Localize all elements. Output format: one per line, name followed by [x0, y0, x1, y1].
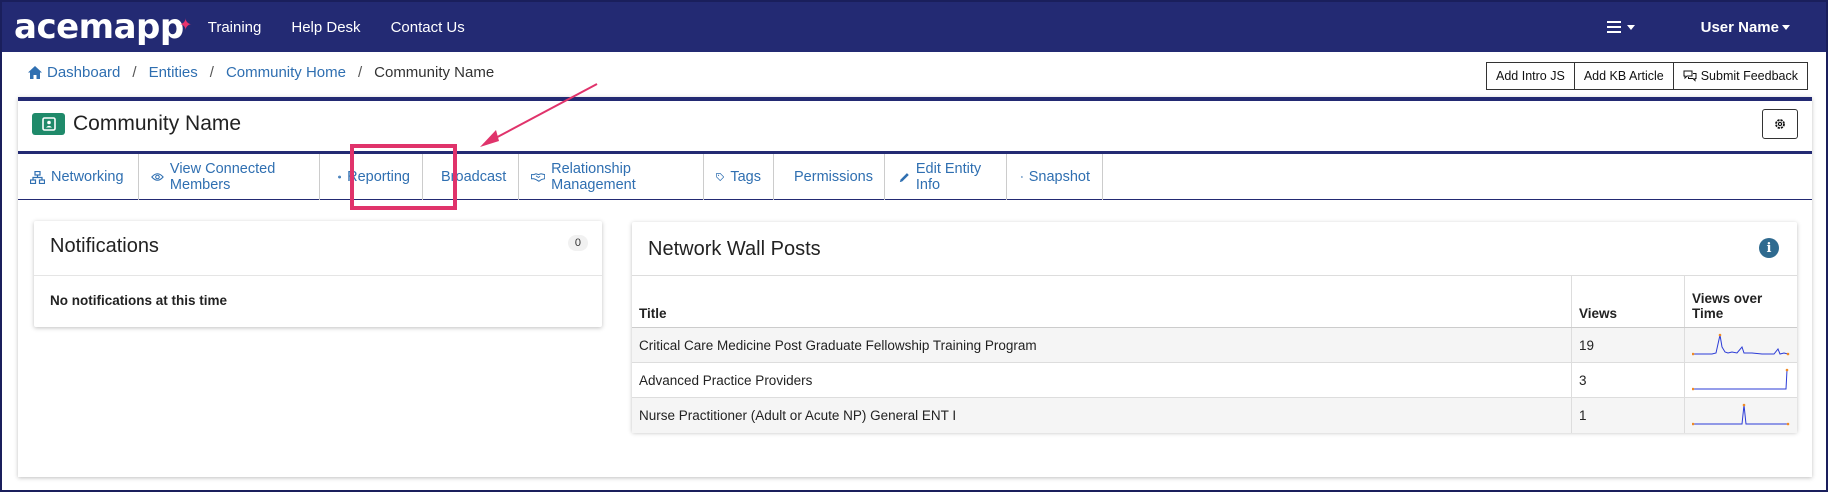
- hamburger-menu-button[interactable]: [1606, 21, 1635, 33]
- table-row[interactable]: Nurse Practitioner (Adult or Acute NP) G…: [632, 397, 1797, 433]
- tab-label: Reporting: [347, 169, 410, 185]
- breadcrumb-community-home[interactable]: Community Home: [226, 64, 346, 81]
- post-title[interactable]: Critical Care Medicine Post Graduate Fel…: [632, 327, 1572, 363]
- breadcrumb-entities[interactable]: Entities: [149, 64, 198, 81]
- entity-tabs: Networking View Connected Members Report…: [18, 154, 1812, 200]
- gear-icon: [1775, 119, 1785, 129]
- breadcrumb-separator: /: [209, 64, 214, 81]
- tab-relationship-management[interactable]: Relationship Management: [519, 154, 704, 200]
- handshake-icon: [531, 172, 546, 182]
- notification-count-badge: 0: [567, 235, 588, 251]
- hamburger-icon: [1606, 21, 1621, 33]
- user-menu[interactable]: User Name: [1701, 19, 1790, 36]
- post-views: 3: [1571, 362, 1685, 398]
- notifications-card: Notifications 0 No notifications at this…: [34, 221, 602, 327]
- tab-reporting[interactable]: Reporting: [320, 154, 423, 200]
- tab-label: Edit Entity Info: [915, 161, 982, 193]
- tab-view-connected-members[interactable]: View Connected Members: [139, 154, 320, 200]
- breadcrumb-label: Dashboard: [47, 64, 121, 81]
- user-name-label: User Name: [1700, 18, 1779, 36]
- add-intro-js-button[interactable]: Add Intro JS: [1486, 62, 1575, 90]
- tab-networking[interactable]: Networking: [18, 154, 139, 200]
- breadcrumb: Dashboard / Entities / Community Home / …: [28, 64, 494, 81]
- table-row[interactable]: Critical Care Medicine Post Graduate Fel…: [632, 327, 1797, 363]
- tab-edit-entity-info[interactable]: Edit Entity Info: [885, 154, 1007, 200]
- nav-link-help-desk[interactable]: Help Desk: [291, 19, 360, 36]
- breadcrumb-separator: /: [357, 64, 363, 81]
- top-navbar: acemapp ✦ Training Help Desk Contact Us U…: [2, 2, 1826, 52]
- settings-button[interactable]: [1762, 109, 1798, 139]
- logo-mark-icon: ✦: [178, 15, 192, 34]
- tab-permissions[interactable]: Permissions: [774, 154, 885, 200]
- tab-label: Permissions: [794, 169, 873, 185]
- notifications-empty-text: No notifications at this time: [50, 293, 228, 308]
- post-views: 19: [1571, 327, 1685, 363]
- post-views: 1: [1571, 397, 1685, 433]
- submit-feedback-button[interactable]: Submit Feedback: [1673, 62, 1808, 90]
- views-sparkline: [1684, 397, 1797, 433]
- logo-text: acemapp: [14, 7, 184, 47]
- views-sparkline: [1684, 327, 1797, 363]
- home-icon: [28, 66, 42, 79]
- tab-label: View Connected Members: [169, 161, 276, 193]
- add-kb-article-button[interactable]: Add KB Article: [1574, 62, 1674, 90]
- breadcrumb-current: Community Name: [374, 64, 495, 81]
- camera-icon: [1021, 176, 1023, 178]
- nav-right: User Name: [1606, 19, 1826, 36]
- network-wall-posts-card: Network Wall Posts i Title Views Views o…: [632, 222, 1797, 433]
- table-header-row: Title Views Views over Time: [632, 275, 1797, 328]
- column-header-views-over-time: Views over Time: [1684, 275, 1797, 328]
- tab-label: Broadcast: [441, 169, 507, 185]
- breadcrumb-dashboard[interactable]: Dashboard: [28, 64, 120, 81]
- page-title: Community Name: [73, 112, 242, 135]
- tab-label: Networking: [51, 169, 124, 185]
- tab-label: Tags: [730, 169, 761, 185]
- tab-label: Relationship Management: [551, 161, 636, 193]
- caret-down-icon: [1782, 24, 1790, 30]
- acemapp-logo[interactable]: acemapp ✦: [14, 7, 192, 47]
- tab-snapshot[interactable]: Snapshot: [1007, 154, 1103, 200]
- table-row[interactable]: Advanced Practice Providers 3: [632, 362, 1797, 398]
- address-card-icon: [32, 113, 65, 135]
- divider: [34, 275, 602, 276]
- comments-icon: [1683, 70, 1697, 82]
- entity-header: Community Name: [32, 112, 241, 136]
- tab-label: Snapshot: [1028, 169, 1090, 185]
- nav-link-contact-us[interactable]: Contact Us: [391, 19, 465, 36]
- post-title[interactable]: Advanced Practice Providers: [632, 362, 1572, 398]
- breadcrumb-separator: /: [132, 64, 137, 81]
- wall-posts-table: Title Views Views over Time Critical Car…: [632, 275, 1797, 433]
- pencil-icon: [899, 172, 909, 182]
- wall-title: Network Wall Posts: [648, 238, 821, 260]
- eye-icon: [151, 173, 164, 181]
- top-actions: Add Intro JS Add KB Article Submit Feedb…: [1486, 62, 1808, 90]
- column-header-views: Views: [1571, 275, 1685, 328]
- views-sparkline: [1684, 362, 1797, 398]
- tab-broadcast[interactable]: Broadcast: [423, 154, 519, 200]
- tag-icon: [716, 173, 725, 182]
- sitemap-icon: [30, 170, 45, 184]
- gauge-icon: [338, 175, 341, 179]
- post-title[interactable]: Nurse Practitioner (Adult or Acute NP) G…: [632, 397, 1572, 433]
- caret-down-icon: [1626, 24, 1635, 30]
- tab-tags[interactable]: Tags: [704, 154, 774, 200]
- info-icon[interactable]: i: [1759, 238, 1779, 258]
- nav-link-training[interactable]: Training: [208, 19, 262, 36]
- submit-feedback-label: Submit Feedback: [1700, 69, 1798, 83]
- nav-links: Training Help Desk Contact Us: [208, 19, 495, 36]
- column-header-title: Title: [632, 275, 1572, 328]
- notifications-title: Notifications: [50, 235, 159, 257]
